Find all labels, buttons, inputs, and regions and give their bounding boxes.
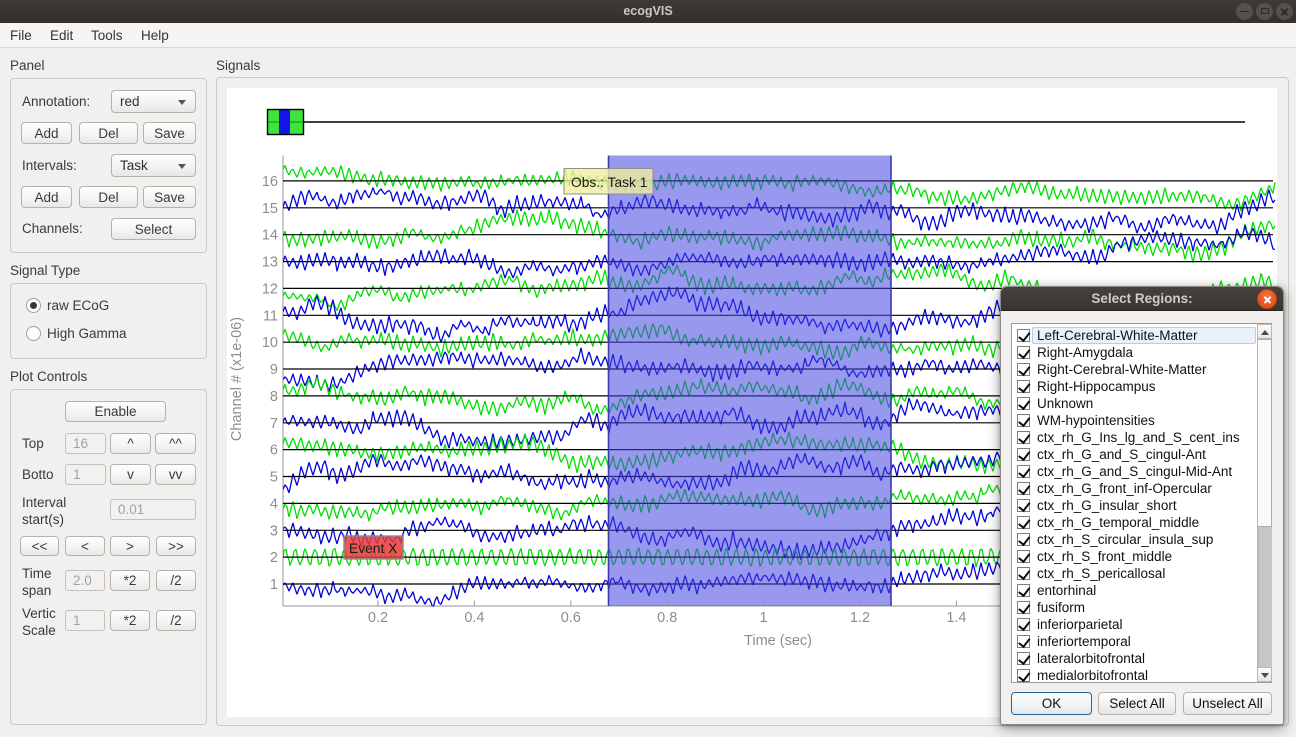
svg-text:7: 7 [270, 416, 278, 432]
svg-text:10: 10 [262, 335, 278, 351]
svg-text:0.8: 0.8 [657, 610, 677, 626]
svg-text:0.6: 0.6 [561, 610, 581, 626]
svg-text:Obs.: Task 1: Obs.: Task 1 [571, 175, 647, 190]
svg-text:5: 5 [270, 470, 278, 486]
svg-text:1: 1 [270, 577, 278, 593]
svg-text:1: 1 [760, 610, 768, 626]
svg-text:9: 9 [270, 362, 278, 378]
svg-text:6: 6 [270, 443, 278, 459]
svg-text:15: 15 [262, 201, 278, 217]
svg-text:0.4: 0.4 [464, 610, 484, 626]
svg-text:13: 13 [262, 255, 278, 271]
svg-text:3: 3 [270, 523, 278, 539]
svg-text:Channel # (x1e-06): Channel # (x1e-06) [229, 317, 245, 441]
svg-text:1.4: 1.4 [946, 610, 966, 626]
svg-text:8: 8 [270, 389, 278, 405]
svg-text:Event X: Event X [349, 541, 397, 556]
svg-text:0.2: 0.2 [368, 610, 388, 626]
svg-text:12: 12 [262, 281, 278, 297]
svg-text:16: 16 [262, 174, 278, 190]
svg-text:14: 14 [262, 228, 278, 244]
svg-text:11: 11 [263, 308, 278, 324]
svg-text:2: 2 [270, 550, 278, 566]
svg-text:1.2: 1.2 [850, 610, 870, 626]
svg-text:4: 4 [270, 496, 278, 512]
svg-text:Time (sec): Time (sec) [744, 633, 812, 649]
